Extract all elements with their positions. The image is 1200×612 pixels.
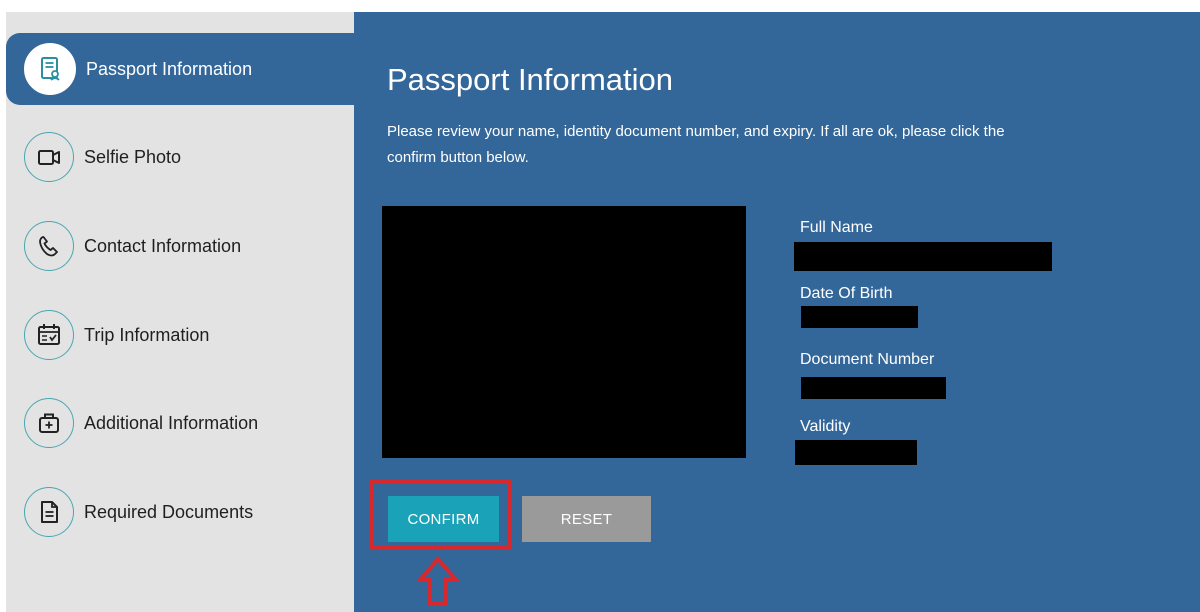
- confirm-button[interactable]: CONFIRM: [388, 496, 499, 542]
- medical-kit-icon: [24, 398, 74, 448]
- full-name-value-redacted: [794, 242, 1052, 271]
- document-icon: [24, 487, 74, 537]
- sidebar-item-contact-information[interactable]: Contact Information: [6, 210, 354, 282]
- reset-button[interactable]: RESET: [522, 496, 651, 542]
- date-of-birth-label: Date Of Birth: [800, 285, 893, 302]
- main-panel: Passport Information Please review your …: [354, 12, 1200, 612]
- full-name-label: Full Name: [800, 219, 873, 236]
- passport-document-icon: [24, 43, 76, 95]
- validity-value-redacted: [795, 440, 917, 465]
- sidebar-item-label: Contact Information: [84, 235, 242, 256]
- page-title: Passport Information: [387, 62, 674, 97]
- video-camera-icon: [24, 132, 74, 182]
- instructions-text: Please review your name, identity docume…: [387, 123, 1005, 166]
- passport-image-redacted: [382, 206, 746, 458]
- up-arrow-indicator-icon: [416, 556, 460, 606]
- calendar-check-icon: [24, 310, 74, 360]
- sidebar-item-label: Trip Information: [84, 324, 210, 345]
- sidebar-item-label: Passport Information: [86, 58, 253, 79]
- document-number-label: Document Number: [800, 351, 935, 368]
- sidebar-item-label: Required Documents: [84, 501, 254, 522]
- sidebar-item-trip-information[interactable]: Trip Information: [6, 299, 354, 371]
- validity-label: Validity: [800, 418, 851, 435]
- date-of-birth-value-redacted: [801, 306, 918, 328]
- sidebar-item-selfie-photo[interactable]: Selfie Photo: [6, 121, 354, 193]
- sidebar-item-label: Additional Information: [84, 412, 259, 433]
- document-number-value-redacted: [801, 377, 946, 399]
- sidebar-item-required-documents[interactable]: Required Documents: [6, 476, 354, 548]
- sidebar-item-label: Selfie Photo: [84, 146, 182, 167]
- sidebar-item-additional-information[interactable]: Additional Information: [6, 387, 354, 459]
- sidebar-item-passport-information[interactable]: Passport Information: [6, 33, 354, 105]
- phone-icon: [24, 221, 74, 271]
